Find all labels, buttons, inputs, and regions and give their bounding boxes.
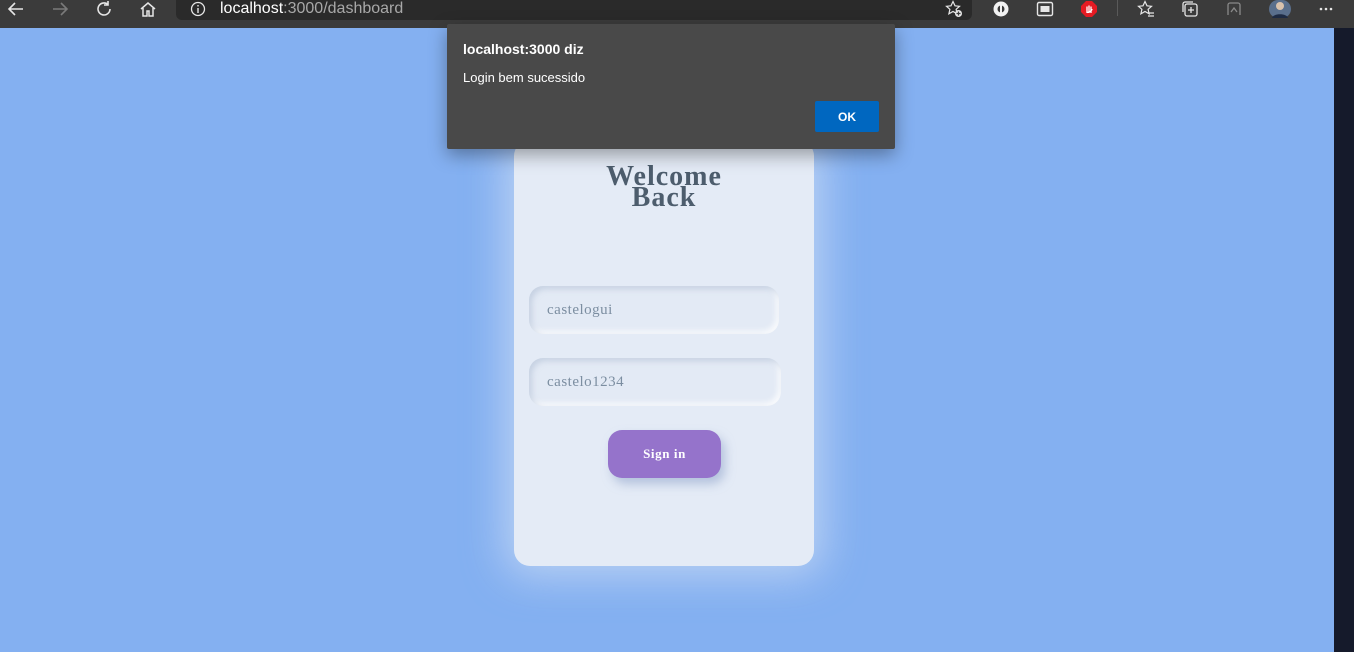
dialog-ok-button[interactable]: OK	[815, 101, 879, 132]
dialog-message: Login bem sucessido	[463, 70, 586, 85]
title-line-2: Back	[631, 182, 697, 213]
profile-avatar[interactable]	[1268, 0, 1292, 18]
login-card: Welcome Back Sign in	[514, 140, 814, 566]
username-field[interactable]	[529, 286, 779, 334]
page-title: Welcome Back	[514, 163, 814, 213]
address-url[interactable]: localhost:3000/dashboard	[220, 0, 403, 18]
password-field[interactable]	[529, 358, 781, 406]
adblock-icon[interactable]	[1079, 0, 1099, 18]
alert-dialog: localhost:3000 diz Login bem sucessido O…	[447, 24, 895, 149]
dialog-title: localhost:3000 diz	[463, 41, 584, 57]
performance-icon[interactable]	[1224, 0, 1244, 18]
sign-in-button[interactable]: Sign in	[608, 430, 721, 478]
back-arrow-icon[interactable]	[6, 0, 26, 18]
home-icon[interactable]	[138, 0, 158, 18]
window-edge	[1334, 28, 1354, 652]
collections-icon[interactable]	[1180, 0, 1200, 18]
reload-icon[interactable]	[94, 0, 114, 18]
info-icon[interactable]	[190, 1, 206, 17]
favorites-icon[interactable]	[1136, 0, 1156, 18]
add-favorite-icon[interactable]	[944, 0, 964, 18]
picture-in-picture-icon[interactable]	[1035, 0, 1055, 18]
url-host: localhost	[220, 0, 284, 17]
forward-arrow-icon[interactable]	[50, 0, 70, 18]
toolbar-divider	[1117, 0, 1118, 16]
url-path: :3000/dashboard	[283, 0, 404, 17]
more-icon[interactable]	[1316, 0, 1336, 18]
extension-icon[interactable]	[991, 0, 1011, 18]
